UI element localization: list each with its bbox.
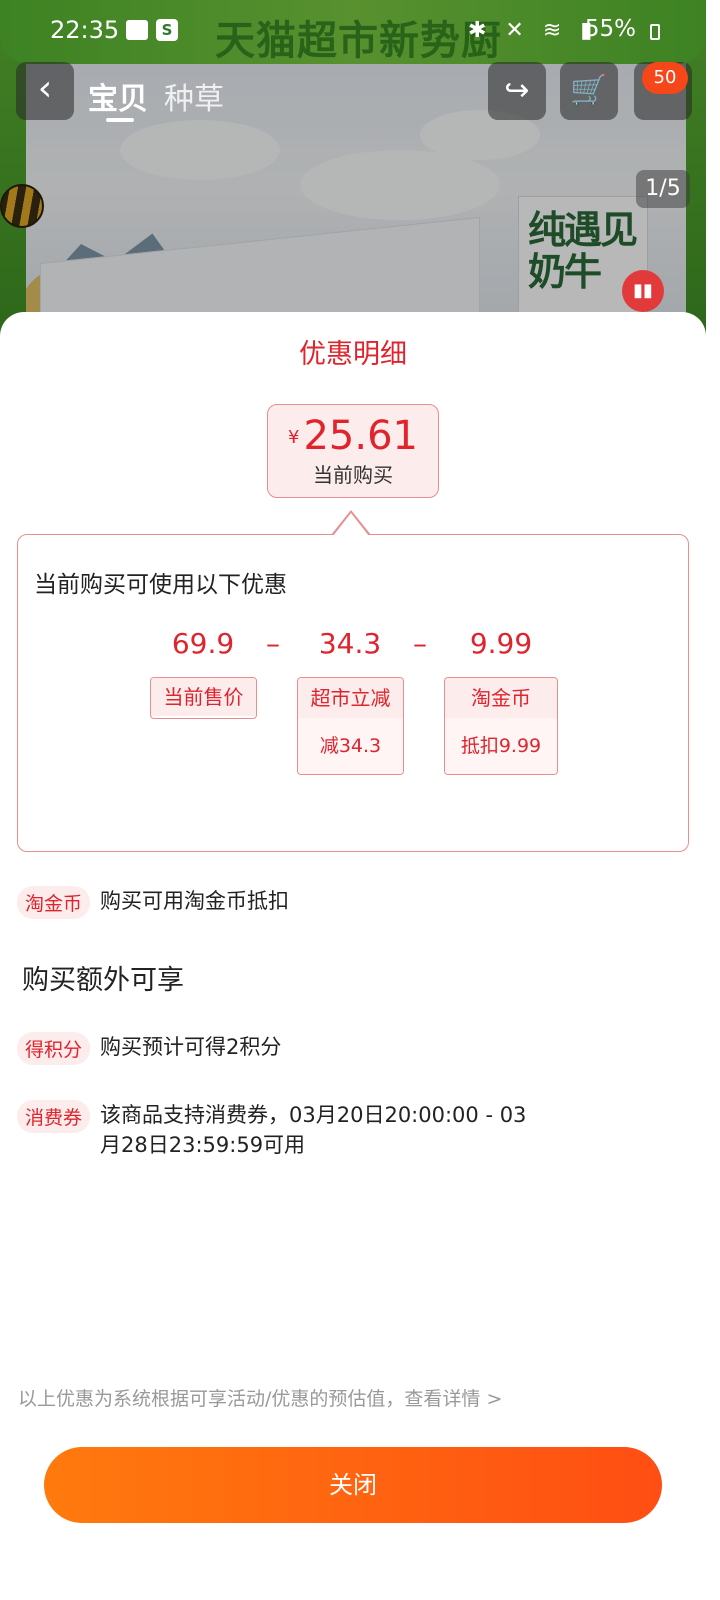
supermarket-discount-tag: 超市立减 减34.3 [297, 677, 404, 775]
battery-percent: 55% [584, 16, 636, 42]
currency-symbol: ¥ [288, 427, 300, 448]
original-price-label: 当前售价 [151, 678, 256, 716]
minus-sign: – [413, 627, 427, 660]
original-price-value: 69.9 [171, 627, 235, 660]
discount-detail-sheet: 优惠明细 ¥25.61 当前购买 当前购买可使用以下优惠 69.9 – 34.3… [0, 312, 706, 1568]
minus-sign: – [266, 627, 280, 660]
discount-breakdown-box: 当前购买可使用以下优惠 69.9 – 34.3 – 9.99 当前售价 超市立减… [17, 534, 689, 852]
gallery-notification-icon [126, 20, 148, 40]
taojinbi-tag: 淘金币 抵扣9.99 [444, 677, 558, 775]
coin-benefit-row: 淘金币 购买可用淘金币抵扣 [17, 886, 289, 919]
points-pill: 得积分 [17, 1032, 91, 1065]
voucher-text-line2: 月28日23:59:59可用 [100, 1133, 306, 1157]
discount-sub: 减34.3 [298, 718, 403, 774]
share-button[interactable]: ↪ [488, 62, 546, 120]
points-benefit-row: 得积分 购买预计可得2积分 [17, 1032, 281, 1065]
voucher-text-line1: 该商品支持消费券，03月20日20:00:00 - 03 [100, 1103, 527, 1127]
sheet-title: 优惠明细 [299, 339, 407, 370]
original-price-tag: 当前售价 [150, 677, 257, 719]
cart-button[interactable]: 🛒 [560, 62, 618, 120]
discount-value: 34.3 [318, 627, 382, 660]
bar-chart-icon[interactable]: ▮▮ [622, 270, 664, 312]
dim-overlay [0, 0, 706, 340]
voucher-benefit-text: 该商品支持消费券，03月20日20:00:00 - 03 月28日23:59:59… [100, 1100, 526, 1160]
coin-label: 淘金币 [445, 678, 557, 718]
coin-pill: 淘金币 [17, 886, 91, 919]
cart-icon: 🛒 [570, 73, 608, 108]
connectivity-icons: ✱ ✕ ≋ ▮ [468, 18, 599, 43]
disclaimer-link[interactable]: 以上优惠为系统根据可享活动/优惠的预估值，查看详情 > [18, 1384, 502, 1411]
chevron-left-icon: ‹ [37, 68, 53, 109]
product-page-background: 纯遇见 奶牛 天猫超市新势厨 [0, 0, 706, 340]
current-price-card: ¥25.61 当前购买 [267, 404, 439, 498]
cart-count-badge: 50 [642, 62, 688, 94]
status-bar: 22:35 S ✱ ✕ ≋ ▮ 55% [0, 10, 706, 50]
image-counter: 1/5 [636, 170, 690, 208]
points-benefit-text: 购买预计可得2积分 [100, 1035, 282, 1059]
tab-baobei[interactable]: 宝贝 [88, 74, 148, 118]
close-button[interactable]: 关闭 [44, 1447, 662, 1523]
price-caption: 当前购买 [313, 463, 393, 487]
voucher-pill: 消费券 [17, 1100, 91, 1133]
coin-benefit-text: 购买可用淘金币抵扣 [100, 889, 290, 913]
back-button[interactable]: ‹ [16, 62, 74, 120]
voucher-benefit-row: 消费券 该商品支持消费券，03月20日20:00:00 - 03 月28日23:59… [17, 1100, 526, 1160]
current-price: ¥25.61 [268, 413, 438, 459]
price-value: 25.61 [303, 413, 418, 459]
breakdown-heading: 当前购买可使用以下优惠 [34, 572, 287, 598]
detail-pointer-fill [333, 513, 369, 536]
coin-sub: 抵扣9.99 [445, 718, 557, 774]
tab-zhongcao[interactable]: 种草 [164, 74, 224, 118]
s-app-notification-icon: S [156, 19, 178, 41]
tab-indicator [106, 118, 134, 122]
share-icon: ↪ [504, 73, 530, 108]
coin-value: 9.99 [469, 627, 533, 660]
discount-label: 超市立减 [298, 678, 403, 718]
status-time: 22:35 [50, 16, 120, 44]
extra-benefits-heading: 购买额外可享 [22, 965, 184, 996]
battery-icon [650, 24, 660, 40]
